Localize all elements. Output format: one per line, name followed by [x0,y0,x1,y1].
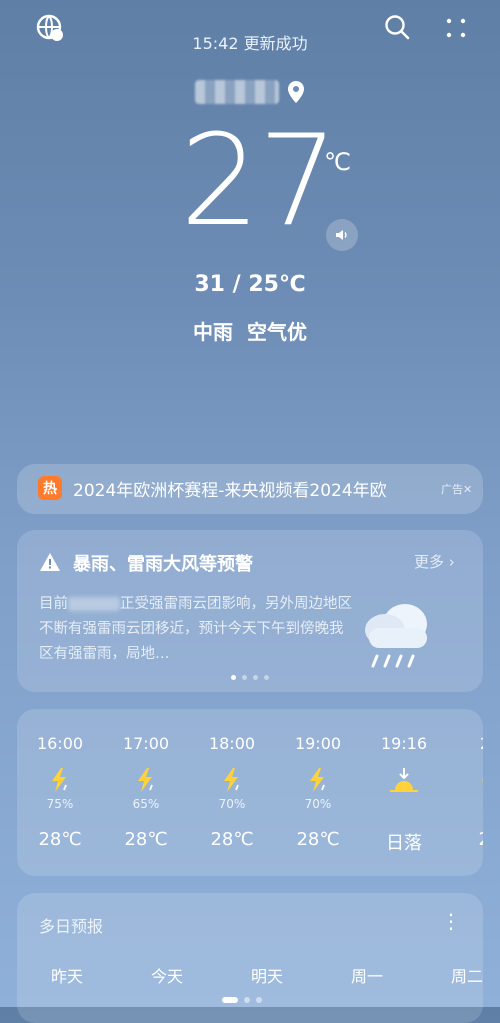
weather-alert-card[interactable]: 暴雨、雷雨大风等预警 更多 › 目前 正受强雷雨云团影响，另外周边地区不断有强雷雨… [17,530,483,692]
current-temperature: 27 [180,107,338,254]
hour-time: 20 [447,734,483,753]
hour-value: 28 [447,829,483,850]
hour-precip: 75% [46,797,74,811]
day-label: 周二 [450,967,483,986]
hour-precip: 6 [447,797,483,811]
hour-value: 28℃ [296,829,340,850]
more-vertical-icon[interactable]: ⋮ [441,909,461,933]
location-pin-icon [288,81,304,103]
hot-badge: 热 [38,476,62,500]
page-dot [253,675,258,680]
hour-time: 17:00 [122,734,170,753]
alert-page-dots [231,675,269,680]
hour-value: 日落 [386,833,422,854]
hour-time: 19:16 [380,734,428,753]
ad-text[interactable]: 2024年欧洲杯赛程-来央视频看2024年欧 [73,476,413,501]
page-indicator [222,997,262,1003]
page-dot [264,675,269,680]
ad-banner[interactable]: 热 2024年欧洲杯赛程-来央视频看2024年欧 广告✕ [17,464,483,514]
thunder-icon [275,767,361,793]
alert-title: 暴雨、雷雨大风等预警 [73,554,253,575]
page-indicator-active [222,997,238,1003]
thunder-icon [189,767,275,793]
rain-cloud-icon [365,604,427,668]
sunset-icon [361,767,447,793]
hour-time: 18:00 [208,734,256,753]
page-dot [242,675,247,680]
warning-icon [40,553,60,571]
thunder-icon [103,767,189,793]
day-label: 今天 [150,967,183,986]
page-dot [231,675,236,680]
alert-more-link[interactable]: 更多 › [414,551,455,572]
day-label: 明天 [250,967,283,986]
thunder-icon [447,767,483,793]
alert-body: 目前 正受强雷雨云团影响，另外周边地区不断有强雷雨云团移近，预计今天下午到傍晚我区… [39,592,355,667]
hour-precip: 70% [218,797,246,811]
daily-forecast-card[interactable]: 多日预报 ⋮ 昨天 今天 明天 周一 周二 [17,893,483,1023]
page-indicator-dot [244,997,250,1003]
hour-value: 28℃ [38,829,82,850]
location-row[interactable] [0,80,500,104]
ad-close-button[interactable]: 广告✕ [441,481,472,497]
hour-time: 19:00 [294,734,342,753]
location-name-blurred [195,80,279,104]
alert-body-prefix: 目前 [39,596,68,612]
hour-precip: 70% [304,797,332,811]
blurred-place [68,597,120,611]
speaker-icon[interactable] [326,219,358,251]
hour-value: 28℃ [124,829,168,850]
hour-value: 28℃ [210,829,254,850]
hour-time: 16:00 [36,734,84,753]
search-icon[interactable] [382,12,412,42]
page-indicator-dot [256,997,262,1003]
hour-precip: 65% [132,797,160,811]
temperature-unit: ℃ [324,148,351,176]
high-low-temperature: 31 / 25℃ [194,272,306,297]
more-grid-icon[interactable] [442,14,470,42]
daily-forecast-title: 多日预报 [39,917,104,936]
hourly-forecast-card[interactable]: 16:00 75% 28℃ 17:00 65% 28℃ 18:00 70% 28… [17,709,483,876]
update-status: 15:42 更新成功 [192,34,308,53]
weather-condition: 中雨 空气优 [193,320,307,344]
thunder-icon [17,767,103,793]
day-label: 昨天 [50,967,83,986]
day-label: 周一 [350,967,383,986]
